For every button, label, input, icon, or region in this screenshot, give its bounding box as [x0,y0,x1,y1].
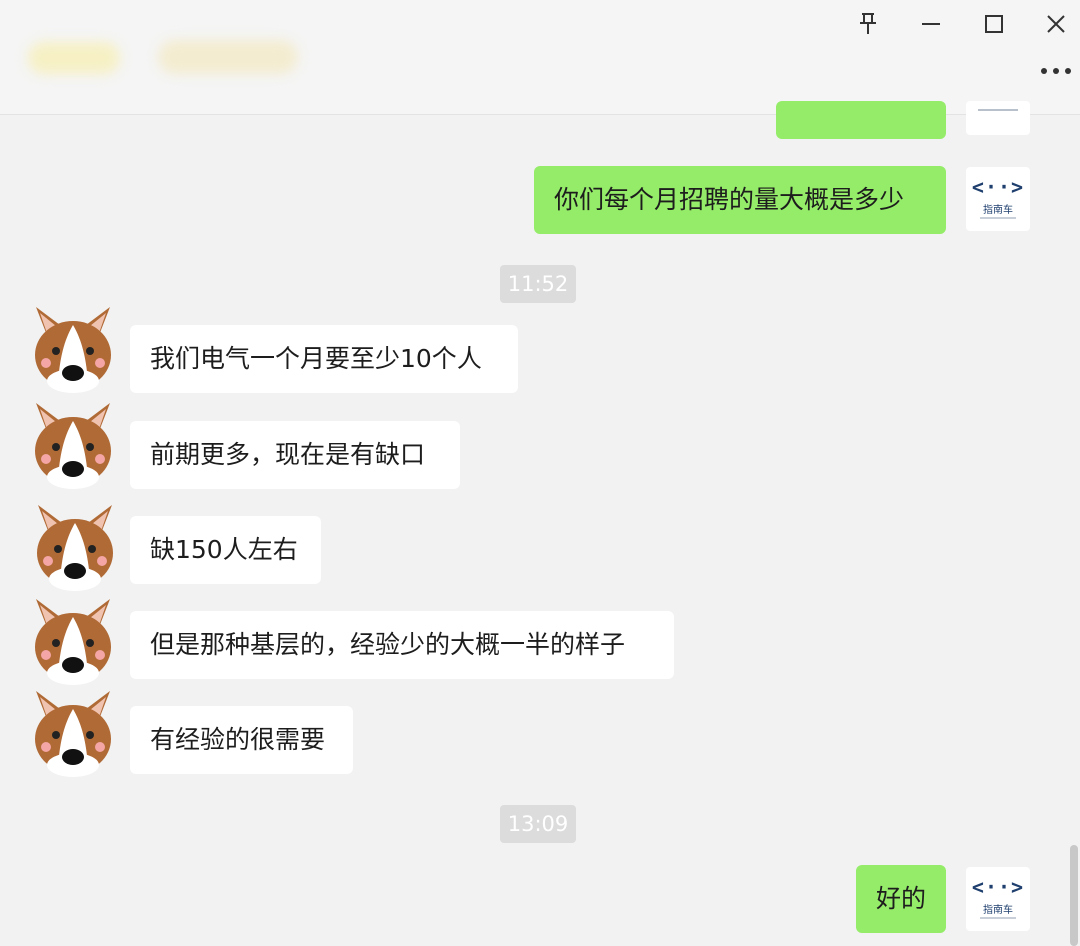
corgi-avatar-icon [37,505,113,591]
message-incoming-5[interactable]: 有经验的很需要 [130,706,353,774]
message-incoming-4[interactable]: 但是那种基层的，经验少的大概一半的样子 [130,611,674,679]
more-icon[interactable] [1036,56,1076,86]
corgi-avatar-icon [35,691,111,777]
redacted-name-blur [28,42,120,74]
contact-avatar[interactable] [30,501,120,591]
contact-avatar[interactable] [28,399,118,489]
message-text: 好的 [876,884,927,913]
message-text: 我们电气一个月要至少10个人 [150,344,482,373]
pin-icon[interactable] [850,6,886,42]
message-incoming-2[interactable]: 前期更多，现在是有缺口 [130,421,460,489]
message-incoming-3[interactable]: 缺150人左右 [130,516,321,584]
timestamp: 11:52 [500,265,576,303]
message-outgoing-2[interactable]: 好的 [856,865,946,933]
corgi-avatar-icon [35,403,111,489]
corgi-avatar-icon [35,307,111,393]
self-avatar[interactable]: <··> 指南车 [966,867,1030,931]
redacted-group-blur [158,40,298,74]
message-text: 前期更多，现在是有缺口 [150,440,426,469]
self-avatar-partial[interactable] [966,101,1030,135]
self-avatar[interactable]: <··> 指南车 [966,167,1030,231]
minimize-icon[interactable] [913,6,949,42]
message-text: 你们每个月招聘的量大概是多少 [554,185,905,214]
logo-text: 指南车 [983,905,1013,916]
scrollbar[interactable] [1070,845,1078,946]
timestamp: 13:09 [500,805,576,843]
message-outgoing-1[interactable]: 你们每个月招聘的量大概是多少 [534,166,946,234]
logo-symbol: <··> [971,875,1025,899]
chat-title-redacted [28,34,298,82]
previous-message-bubble[interactable] [776,101,946,139]
close-icon[interactable] [1038,6,1074,42]
contact-avatar[interactable] [28,687,118,777]
message-list[interactable]: 你们每个月招聘的量大概是多少 <··> 指南车 11:52 我们电气一个月要至少… [0,101,1080,946]
logo-text: 指南车 [983,205,1013,216]
message-incoming-1[interactable]: 我们电气一个月要至少10个人 [130,325,518,393]
message-text: 缺150人左右 [150,535,298,564]
maximize-icon[interactable] [976,6,1012,42]
chat-window: 你们每个月招聘的量大概是多少 <··> 指南车 11:52 我们电气一个月要至少… [0,0,1080,946]
title-bar [0,0,1080,115]
contact-avatar[interactable] [28,303,118,393]
message-text: 但是那种基层的，经验少的大概一半的样子 [150,630,626,659]
corgi-avatar-icon [35,599,111,685]
contact-avatar[interactable] [28,595,118,685]
logo-symbol: <··> [971,175,1025,199]
message-text: 有经验的很需要 [150,725,326,754]
